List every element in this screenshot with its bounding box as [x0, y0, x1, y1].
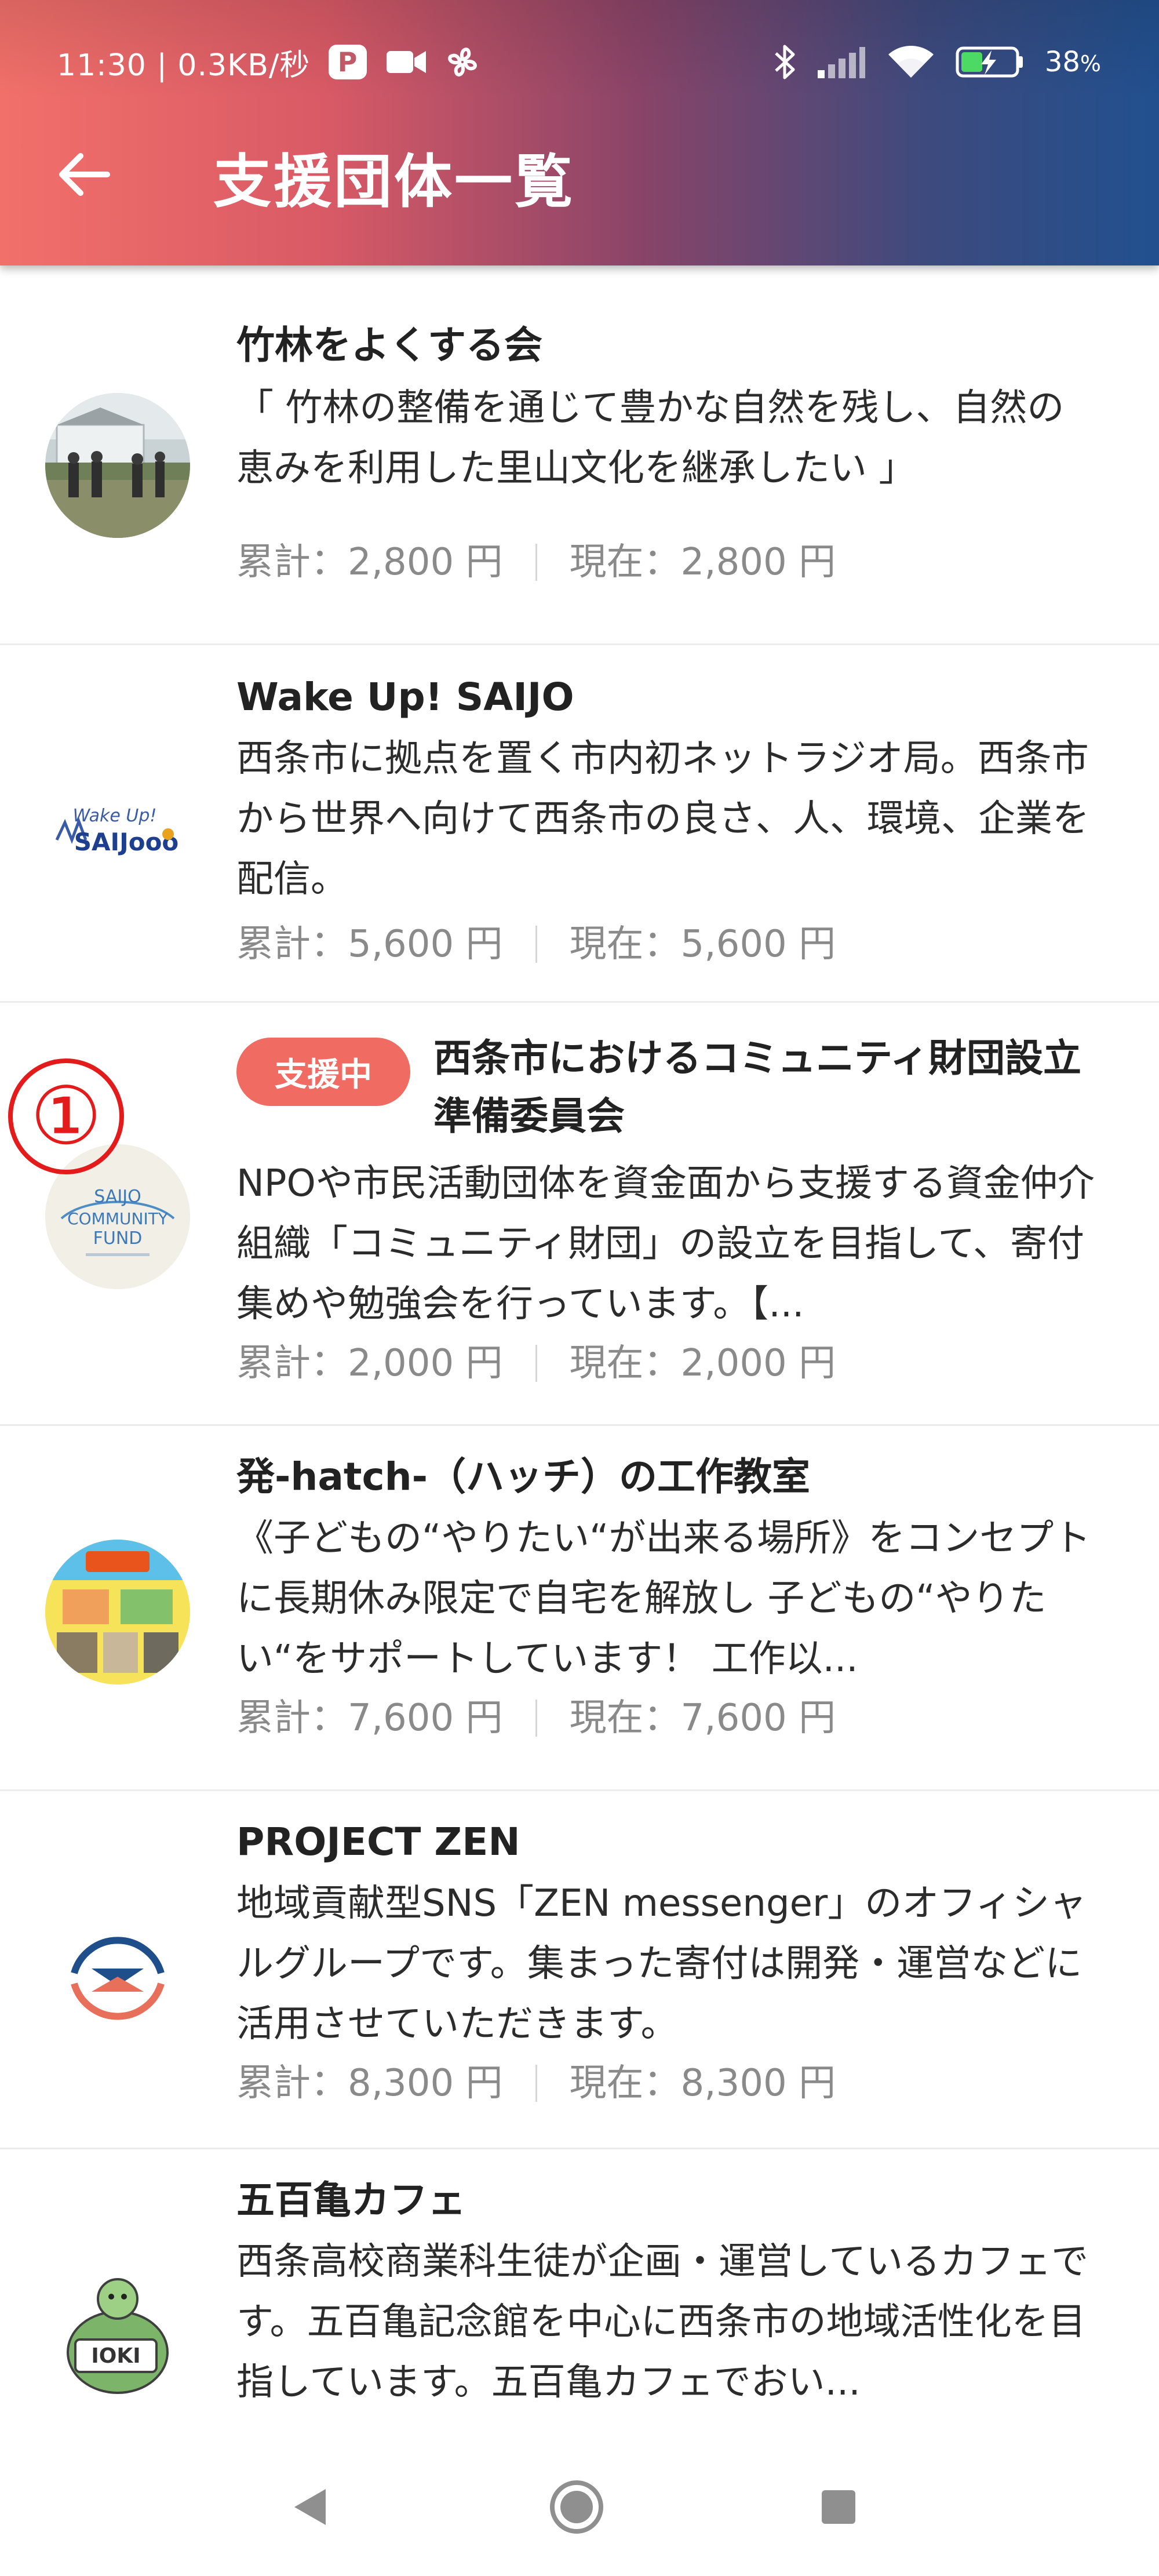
circle-home-icon: [550, 2480, 603, 2534]
organization-avatar: Wake Up! SAIJooo: [45, 753, 190, 898]
current-amount: 現在：7,600 円: [569, 1697, 836, 1740]
current-amount: 現在：5,600 円: [569, 923, 836, 966]
amount-divider: [535, 1345, 537, 1382]
arrow-left-icon: [59, 153, 110, 196]
total-amount: 累計：5,600 円: [236, 923, 503, 966]
list-item[interactable]: 竹林をよくする会 「 竹林の整備を通じて豊かな自然を残し、自然の恵みを利用した里…: [0, 265, 1159, 645]
current-amount: 現在：2,800 円: [569, 541, 836, 584]
organization-avatar: [45, 393, 190, 538]
item-description: NPOや市民活動団体を資金面から支援する資金仲介組織「コミュニティ財団」の設立を…: [236, 1162, 1095, 1326]
battery-level: 38%: [1045, 46, 1101, 78]
item-title: Wake Up! SAIJO: [236, 675, 574, 719]
current-amount: 現在：8,300 円: [569, 2062, 836, 2105]
item-title-row: 支援中 西条市におけるコミュニティ財団設立準備委員会: [236, 1029, 1101, 1145]
total-amount: 累計：8,300 円: [236, 2062, 503, 2105]
nav-back-button[interactable]: [278, 2475, 342, 2539]
back-button[interactable]: [52, 143, 116, 206]
list-item[interactable]: PROJECT ZEN 地域貢献型SNS「ZEN messenger」のオフィシ…: [0, 1791, 1159, 2149]
status-right: 38%: [774, 36, 1101, 88]
item-description: 西条市に拠点を置く市内初ネットラジオ局。西条市から世界へ向けて西条市の良さ、人、…: [236, 737, 1089, 901]
header: 11:30 | 0.3KB/秒 P 38 % 支援団体一覧: [0, 0, 1159, 265]
status-left: 11:30 | 0.3KB/秒 P: [57, 36, 480, 88]
amount-divider: [535, 2065, 537, 2102]
logo-text-fund: FUND: [93, 1228, 143, 1249]
item-amounts: 累計：7,600 円 現在：7,600 円: [236, 1689, 1101, 1747]
organization-avatar: [45, 1540, 190, 1684]
item-content: 支援中 西条市におけるコミュニティ財団設立準備委員会 NPOや市民活動団体を資金…: [236, 1029, 1101, 1392]
list-item[interactable]: SAIJO COMMUNITY FUND 支援中 西条市におけるコミュニティ財団…: [0, 1003, 1159, 1426]
wifi-icon: [886, 44, 936, 80]
item-amounts: 累計：2,800 円 現在：2,800 円: [236, 533, 1101, 591]
item-title: 発-hatch-（ハッチ）の工作教室: [236, 1454, 810, 1499]
amount-divider: [535, 544, 537, 581]
item-description: 地域貢献型SNS「ZEN messenger」のオフィシャルグループです。集まっ…: [236, 1882, 1087, 2046]
item-title: 西条市におけるコミュニティ財団設立準備委員会: [433, 1036, 1082, 1138]
workshop-flyer-icon: [45, 1540, 190, 1684]
logo-text-saijo: SAIJO: [94, 1187, 141, 1207]
annotation-marker: ①: [8, 1058, 124, 1174]
item-content: 発-hatch-（ハッチ）の工作教室 《子どもの“やりたい“が出来る場所》をコン…: [236, 1448, 1101, 1747]
app-bar: 支援団体一覧: [0, 99, 1159, 265]
battery-charging-icon: [956, 45, 1025, 79]
system-nav-bar: [0, 2435, 1159, 2576]
percent-sign: %: [1080, 51, 1101, 77]
bamboo-group-photo-icon: [45, 393, 190, 538]
organization-avatar: [45, 1905, 190, 2050]
item-description: 西条高校商業科生徒が企画・運営しているカフェです。五百亀記念館を中心に西条市の地…: [236, 2240, 1089, 2404]
amount-divider: [535, 1700, 537, 1737]
total-amount: 累計：2,000 円: [236, 1342, 503, 1385]
nav-recents-button[interactable]: [807, 2475, 870, 2539]
parking-app-icon: P: [327, 43, 368, 81]
triangle-back-icon: [294, 2489, 326, 2525]
video-camera-icon: [385, 48, 427, 77]
square-recents-icon: [822, 2490, 855, 2524]
item-description: 「 竹林の整備を通じて豊かな自然を残し、自然の恵みを利用した里山文化を継承したい…: [236, 387, 1065, 490]
project-zen-logo-icon: [71, 1937, 165, 2020]
item-title: 五百亀カフェ: [236, 2178, 466, 2222]
page-title: 支援団体一覧: [213, 148, 575, 216]
current-amount: 現在：2,000 円: [569, 1342, 836, 1385]
item-amounts: 累計：5,600 円 現在：5,600 円: [236, 915, 1101, 973]
battery-percent: 38: [1044, 46, 1080, 78]
list-item[interactable]: Wake Up! SAIJooo Wake Up! SAIJO 西条市に拠点を置…: [0, 645, 1159, 1003]
organization-avatar: IOKI: [45, 2265, 190, 2410]
svg-text:Wake Up!: Wake Up!: [73, 806, 157, 826]
signal-icon: [817, 45, 866, 79]
item-amounts: 累計：2,000 円 現在：2,000 円: [236, 1334, 1101, 1392]
item-description: 《子どもの“やりたい“が出来る場所》をコンセプトに長期休み限定で自宅を解放し 子…: [236, 1517, 1091, 1680]
item-content: 竹林をよくする会 「 竹林の整備を通じて豊かな自然を残し、自然の恵みを利用した里…: [236, 316, 1101, 591]
bluetooth-icon: [774, 42, 797, 82]
svg-text:P: P: [338, 46, 358, 78]
total-amount: 累計：7,600 円: [236, 1697, 503, 1740]
list-item[interactable]: 発-hatch-（ハッチ）の工作教室 《子どもの“やりたい“が出来る場所》をコン…: [0, 1426, 1159, 1791]
item-amounts: 累計：8,300 円 現在：8,300 円: [236, 2054, 1101, 2112]
wake-up-saijo-logo-icon: Wake Up! SAIJooo: [55, 806, 178, 856]
status-time: 11:30 | 0.3KB/秒: [57, 48, 311, 83]
item-content: PROJECT ZEN 地域貢献型SNS「ZEN messenger」のオフィシ…: [236, 1813, 1101, 2112]
fan-icon: [444, 44, 480, 80]
item-content: 五百亀カフェ 西条高校商業科生徒が企画・運営しているカフェです。五百亀記念館を中…: [236, 2171, 1101, 2413]
logo-text-community: COMMUNITY: [67, 1209, 169, 1228]
total-amount: 累計：2,800 円: [236, 541, 503, 584]
status-bar: 11:30 | 0.3KB/秒 P 38 %: [0, 0, 1159, 99]
item-content: Wake Up! SAIJO 西条市に拠点を置く市内初ネットラジオ局。西条市から…: [236, 668, 1101, 973]
amount-divider: [535, 926, 537, 963]
item-title: PROJECT ZEN: [236, 1820, 520, 1864]
item-title: 竹林をよくする会: [236, 323, 542, 368]
supporting-badge: 支援中: [236, 1038, 410, 1106]
nav-home-button[interactable]: [545, 2475, 608, 2539]
turtle-cafe-logo-text: IOKI: [91, 2344, 140, 2368]
turtle-cafe-logo-icon: IOKI: [67, 2278, 169, 2394]
